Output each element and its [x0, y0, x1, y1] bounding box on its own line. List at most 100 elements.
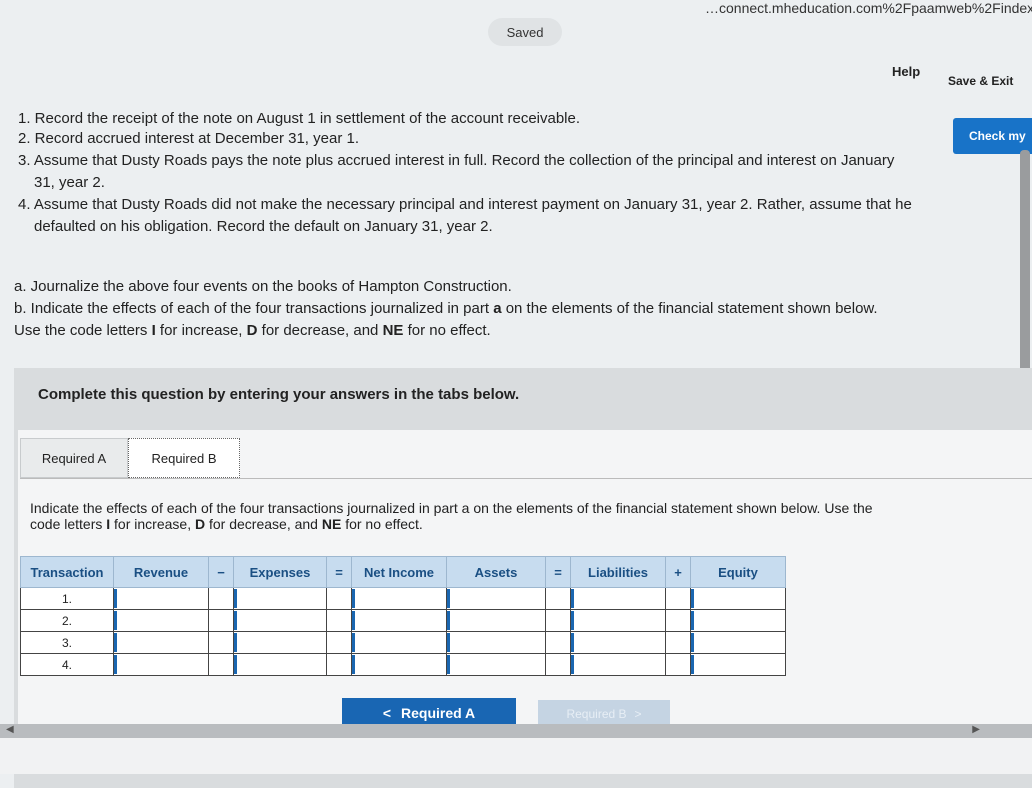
equity-cell[interactable] [690, 631, 786, 654]
expenses-cell[interactable] [233, 653, 327, 676]
scroll-right-icon[interactable]: ▶ [972, 724, 980, 735]
row-label: 1. [20, 587, 114, 610]
liabilities-input[interactable] [571, 611, 665, 630]
check-my-work-button[interactable]: Check my [953, 118, 1032, 154]
revenue-cell[interactable] [113, 587, 209, 610]
net-income-cell[interactable] [351, 653, 447, 676]
revenue-input[interactable] [114, 611, 208, 630]
row-label: 3. [20, 631, 114, 654]
saved-status: Saved [488, 18, 562, 46]
equity-cell[interactable] [690, 653, 786, 676]
liabilities-input[interactable] [571, 589, 665, 608]
code-NE: NE [382, 322, 404, 339]
assets-input[interactable] [447, 655, 545, 674]
table-row: 2. [20, 609, 786, 632]
liabilities-input[interactable] [571, 655, 665, 674]
equity-cell[interactable] [690, 587, 786, 610]
part-b-text: b. Indicate the effects of each of the f… [14, 298, 878, 319]
col-expenses: Expenses [233, 556, 327, 588]
equity-input[interactable] [691, 655, 785, 674]
assets-cell[interactable] [446, 609, 546, 632]
op-cell [665, 631, 691, 654]
chevron-left-icon: < [382, 705, 392, 721]
revenue-input[interactable] [114, 633, 208, 652]
horizontal-scrollbar[interactable]: ◀ ▶ [0, 724, 1032, 738]
table-row: 1. [20, 587, 786, 610]
op-cell [665, 653, 691, 676]
instruction-text-2: for increase, [114, 516, 192, 532]
liabilities-cell[interactable] [570, 631, 666, 654]
prev-button-label: Required A [401, 705, 476, 721]
table-row: 3. [20, 631, 786, 654]
op-cell [545, 609, 571, 632]
codes-text-3: for decrease, and [261, 322, 379, 339]
equity-input[interactable] [691, 633, 785, 652]
col-equity: Equity [690, 556, 786, 588]
instruction-line-1: Indicate the effects of each of the four… [30, 500, 873, 516]
expenses-input[interactable] [234, 611, 326, 630]
question-item-3-cont: 31, year 2. [34, 174, 105, 191]
expenses-input[interactable] [234, 589, 326, 608]
expenses-cell[interactable] [233, 609, 327, 632]
expenses-input[interactable] [234, 655, 326, 674]
equity-cell[interactable] [690, 609, 786, 632]
assets-cell[interactable] [446, 631, 546, 654]
codes-text-4: for no effect. [407, 322, 491, 339]
assets-input[interactable] [447, 589, 545, 608]
revenue-cell[interactable] [113, 653, 209, 676]
net-income-cell[interactable] [351, 587, 447, 610]
liabilities-cell[interactable] [570, 653, 666, 676]
liabilities-cell[interactable] [570, 609, 666, 632]
tab-required-b[interactable]: Required B [128, 438, 240, 478]
op-cell [545, 631, 571, 654]
question-item-1: 1. Record the receipt of the note on Aug… [18, 110, 581, 127]
expenses-input[interactable] [234, 633, 326, 652]
revenue-input[interactable] [114, 655, 208, 674]
op-cell [665, 587, 691, 610]
revenue-input[interactable] [114, 589, 208, 608]
question-item-4: 4. Assume that Dusty Roads did not make … [18, 196, 912, 213]
expenses-cell[interactable] [233, 631, 327, 654]
col-assets: Assets [446, 556, 546, 588]
op-cell [208, 631, 234, 654]
liabilities-cell[interactable] [570, 587, 666, 610]
assets-input[interactable] [447, 611, 545, 630]
save-exit-button[interactable]: Save & Exit [948, 74, 1013, 88]
op-equals-1: = [326, 556, 352, 588]
col-revenue: Revenue [113, 556, 209, 588]
bottom-strip [0, 738, 1032, 774]
browser-url[interactable]: …connect.mheducation.com%2Fpaamweb%2Find… [705, 0, 1032, 16]
instruction-code-I: I [106, 516, 111, 532]
net-income-cell[interactable] [351, 609, 447, 632]
tab-required-a[interactable]: Required A [20, 438, 128, 478]
equity-input[interactable] [691, 611, 785, 630]
op-cell [208, 587, 234, 610]
scroll-left-icon[interactable]: ◀ [6, 724, 14, 735]
help-link[interactable]: Help [892, 64, 920, 79]
question-item-3: 3. Assume that Dusty Roads pays the note… [18, 152, 895, 169]
assets-cell[interactable] [446, 587, 546, 610]
effects-table: Transaction Revenue − Expenses = Net Inc… [20, 556, 786, 676]
net-income-input[interactable] [352, 589, 446, 608]
col-transaction: Transaction [20, 556, 114, 588]
instruction-text-4: for no effect. [345, 516, 423, 532]
part-b-bold: a [493, 300, 502, 317]
expenses-cell[interactable] [233, 587, 327, 610]
liabilities-input[interactable] [571, 633, 665, 652]
net-income-input[interactable] [352, 655, 446, 674]
net-income-input[interactable] [352, 611, 446, 630]
assets-input[interactable] [447, 633, 545, 652]
equity-input[interactable] [691, 589, 785, 608]
op-equals-2: = [545, 556, 571, 588]
question-item-4-cont: defaulted on his obligation. Record the … [34, 218, 493, 235]
net-income-cell[interactable] [351, 631, 447, 654]
next-button-label: Required B [566, 707, 627, 721]
instruction-code-NE: NE [321, 516, 342, 532]
assets-cell[interactable] [446, 653, 546, 676]
op-cell [326, 631, 352, 654]
net-income-input[interactable] [352, 633, 446, 652]
tab-instruction: Indicate the effects of each of the four… [30, 500, 873, 532]
revenue-cell[interactable] [113, 609, 209, 632]
op-cell [545, 587, 571, 610]
revenue-cell[interactable] [113, 631, 209, 654]
